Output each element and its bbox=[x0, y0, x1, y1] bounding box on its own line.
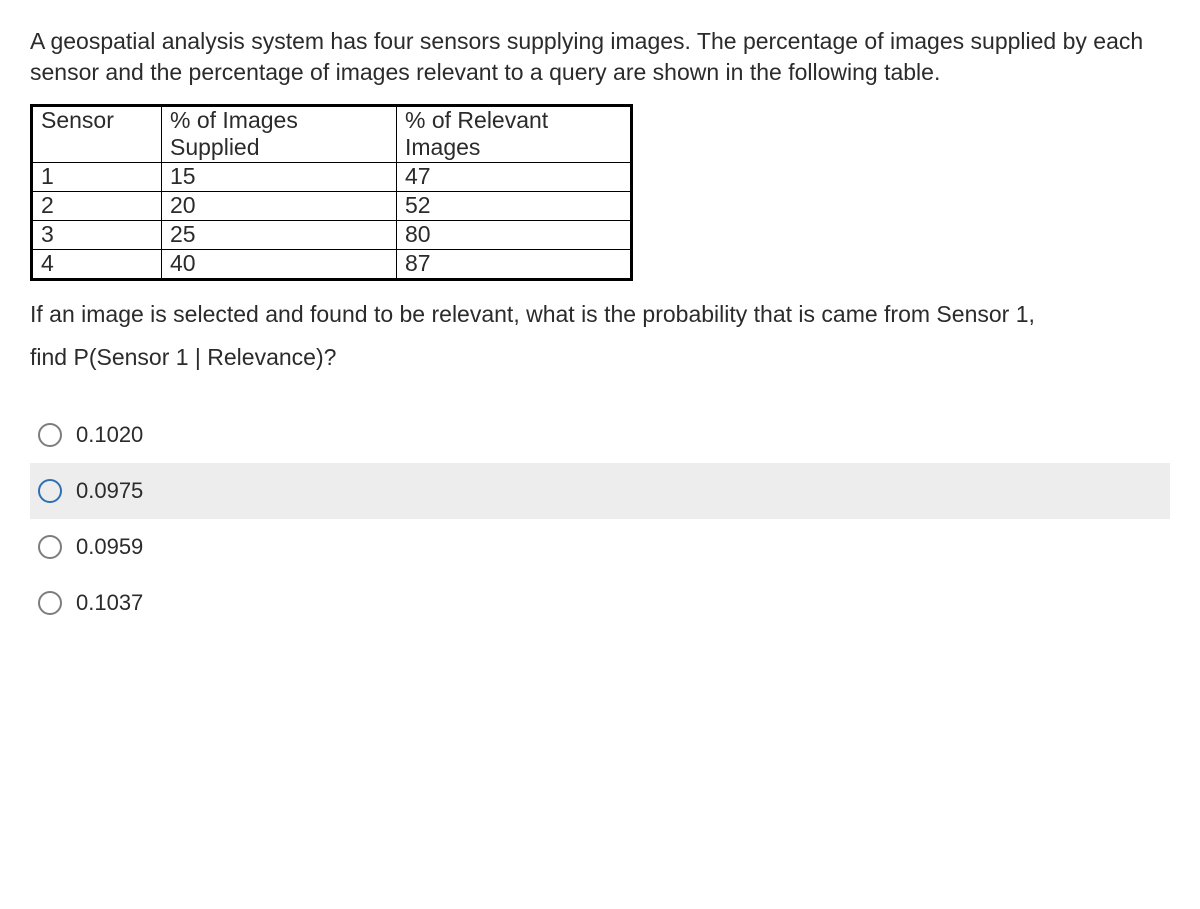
radio-icon bbox=[38, 591, 62, 615]
table-header-supplied: % of Images Supplied bbox=[162, 106, 397, 163]
option-label: 0.0975 bbox=[76, 478, 143, 504]
cell-sensor: 1 bbox=[32, 163, 162, 192]
cell-supplied: 15 bbox=[162, 163, 397, 192]
option-label: 0.0959 bbox=[76, 534, 143, 560]
cell-relevant: 47 bbox=[397, 163, 632, 192]
cell-relevant: 52 bbox=[397, 192, 632, 221]
option-1[interactable]: 0.0975 bbox=[30, 463, 1170, 519]
cell-relevant: 80 bbox=[397, 221, 632, 250]
radio-icon bbox=[38, 423, 62, 447]
radio-icon bbox=[38, 535, 62, 559]
option-3[interactable]: 0.1037 bbox=[30, 575, 1170, 631]
table-header-row: Sensor % of Images Supplied % of Relevan… bbox=[32, 106, 632, 163]
cell-sensor: 2 bbox=[32, 192, 162, 221]
data-table: Sensor % of Images Supplied % of Relevan… bbox=[30, 104, 633, 281]
radio-icon bbox=[38, 479, 62, 503]
cell-supplied: 25 bbox=[162, 221, 397, 250]
option-label: 0.1020 bbox=[76, 422, 143, 448]
cell-relevant: 87 bbox=[397, 250, 632, 280]
table-row: 2 20 52 bbox=[32, 192, 632, 221]
option-label: 0.1037 bbox=[76, 590, 143, 616]
question-prompt: find P(Sensor 1 | Relevance)? bbox=[30, 344, 1170, 371]
question-intro: A geospatial analysis system has four se… bbox=[30, 26, 1170, 88]
options-list: 0.1020 0.0975 0.0959 0.1037 bbox=[30, 407, 1170, 631]
cell-sensor: 3 bbox=[32, 221, 162, 250]
cell-supplied: 20 bbox=[162, 192, 397, 221]
option-2[interactable]: 0.0959 bbox=[30, 519, 1170, 575]
table-header-relevant: % of Relevant Images bbox=[397, 106, 632, 163]
table-row: 1 15 47 bbox=[32, 163, 632, 192]
cell-supplied: 40 bbox=[162, 250, 397, 280]
cell-sensor: 4 bbox=[32, 250, 162, 280]
table-row: 4 40 87 bbox=[32, 250, 632, 280]
option-0[interactable]: 0.1020 bbox=[30, 407, 1170, 463]
table-row: 3 25 80 bbox=[32, 221, 632, 250]
question-followup: If an image is selected and found to be … bbox=[30, 299, 1170, 330]
table-header-sensor: Sensor bbox=[32, 106, 162, 163]
